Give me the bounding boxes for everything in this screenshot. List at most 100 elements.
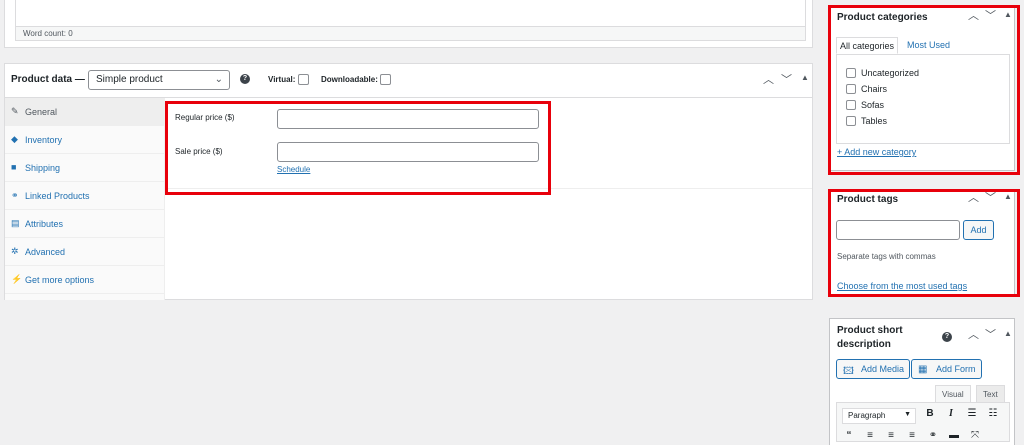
add-form-button[interactable]: ▦ Add Form [911,359,982,379]
category-label: Chairs [861,84,888,94]
help-icon[interactable]: ? [942,332,952,342]
add-media-button[interactable]: 🖾 Add Media [836,359,911,379]
category-checkbox[interactable] [846,100,856,110]
move-up-icon[interactable]: ︿ [968,193,979,204]
tab-shipping[interactable]: ■ Shipping [5,154,165,182]
wrench-icon: ✎ [11,106,19,116]
tab-general[interactable]: ✎ General [5,98,165,126]
tab-most-used[interactable]: Most Used [904,37,953,54]
tab-label: Attributes [25,219,64,229]
downloadable-label: Downloadable: [321,75,378,84]
truck-icon: ■ [11,162,17,172]
tag-icon: ◆ [11,134,18,144]
tab-advanced[interactable]: ✲ Advanced [5,238,165,266]
category-checkbox[interactable] [846,68,856,78]
bold-icon[interactable]: B [924,408,936,419]
tab-visual[interactable]: Visual [935,385,971,403]
move-up-icon[interactable]: ︿ [763,75,774,86]
product-data-title: Product data — [11,74,85,85]
product-short-description-box: Product short description ? ︿ ﹀ ▲ 🖾 Add … [829,318,1015,445]
bullet-list-icon[interactable]: ☰ [966,408,978,419]
move-down-icon[interactable]: ﹀ [781,75,792,86]
sale-price-label: Sale price ($) [175,147,223,156]
read-more-icon[interactable]: ▬ [948,430,960,441]
virtual-checkbox[interactable] [298,74,309,85]
plugin-icon: ⚡ [11,274,23,284]
fullscreen-icon[interactable]: ⤧ [969,430,981,441]
tab-label: Linked Products [25,191,90,201]
tab-get-more-options[interactable]: ⚡ Get more options [5,266,165,294]
tab-attributes[interactable]: ▤ Attributes [5,210,165,238]
product-categories-box: Product categories ︿ ﹀ ▲ All categories … [829,6,1015,171]
move-down-icon[interactable]: ﹀ [985,11,996,22]
paragraph-format-value: Paragraph [848,411,886,420]
category-label: Sofas [861,100,885,110]
move-up-icon[interactable]: ︿ [968,330,979,341]
align-center-icon[interactable]: ≡ [885,430,897,441]
product-data-tabs: ✎ General ◆ Inventory ■ Shipping ⚭ Linke… [5,98,165,300]
tag-input[interactable] [836,220,960,240]
add-form-label: Add Form [936,364,976,374]
tag-hint: Separate tags with commas [837,252,936,261]
choose-most-used-tags-link[interactable]: Choose from the most used tags [837,281,967,291]
product-data-panel: Product data — Simple product ⌄ ? Virtua… [4,63,813,300]
downloadable-checkbox[interactable] [380,74,391,85]
category-tabs: All categories Most Used [836,37,1010,54]
add-tag-button[interactable]: Add [963,220,994,240]
gear-icon: ✲ [11,246,19,256]
move-down-icon[interactable]: ﹀ [985,193,996,204]
product-categories-title: Product categories [837,12,928,23]
short-description-title-line2: description [837,339,891,350]
toggle-panel-icon[interactable]: ▲ [1004,11,1012,19]
align-left-icon[interactable]: ≡ [864,430,876,441]
add-media-label: Add Media [861,364,905,374]
tab-label: Shipping [25,163,61,173]
category-label: Uncategorized [861,68,920,78]
product-tags-title: Product tags [837,194,899,205]
italic-icon[interactable]: I [945,408,957,419]
category-checkbox[interactable] [846,84,856,94]
blockquote-icon[interactable]: “ [843,430,855,441]
list-icon: ▤ [11,218,20,228]
tab-text[interactable]: Text [976,385,1005,403]
product-tags-box: Product tags ︿ ﹀ ▲ Add Separate tags wit… [829,189,1015,297]
category-list: Uncategorized Chairs Sofas Tables [836,54,1010,144]
sale-price-input[interactable] [277,142,539,162]
tab-label: General [25,107,58,117]
tab-label: Advanced [25,247,66,257]
tab-linked-products[interactable]: ⚭ Linked Products [5,182,165,210]
schedule-link[interactable]: Schedule [277,165,310,174]
link-icon[interactable]: ⚭ [927,430,939,441]
regular-price-label: Regular price ($) [175,113,235,122]
tab-label: Inventory [25,135,63,145]
add-new-category-link[interactable]: + Add new category [837,147,916,157]
editor-textarea[interactable] [15,0,806,27]
help-icon[interactable]: ? [240,74,250,84]
word-count: Word count: 0 [15,27,806,41]
general-tab-content: Regular price ($) Sale price ($) Schedul… [166,98,812,189]
numbered-list-icon[interactable]: ☷ [987,408,999,419]
toggle-panel-icon[interactable]: ▲ [1004,193,1012,201]
move-up-icon[interactable]: ︿ [968,11,979,22]
paragraph-format-select[interactable]: Paragraph ▼ [842,408,916,424]
move-down-icon[interactable]: ﹀ [985,330,996,341]
content-editor: Word count: 0 [4,0,813,48]
chevron-down-icon: ▼ [904,411,911,418]
regular-price-input[interactable] [277,109,539,129]
product-type-value: Simple product [96,74,163,85]
media-icon: 🖾 [843,366,854,377]
chevron-down-icon: ⌄ [214,74,223,85]
link-icon: ⚭ [11,190,19,200]
product-type-select[interactable]: Simple product ⌄ [88,70,230,90]
toggle-panel-icon[interactable]: ▲ [801,74,809,82]
toggle-panel-icon[interactable]: ▲ [1004,330,1012,338]
category-checkbox[interactable] [846,116,856,126]
tab-all-categories[interactable]: All categories [836,37,899,54]
align-right-icon[interactable]: ≡ [906,430,918,441]
editor-toolbar: Paragraph ▼ B I ☰ ☷ “ ≡ ≡ ≡ ⚭ ▬ ⤧ [836,402,1010,442]
short-description-title-line1: Product short [837,325,903,336]
tab-inventory[interactable]: ◆ Inventory [5,126,165,154]
product-data-header: Product data — Simple product ⌄ ? Virtua… [5,64,812,98]
tab-label: Get more options [25,275,95,285]
category-label: Tables [861,116,888,126]
